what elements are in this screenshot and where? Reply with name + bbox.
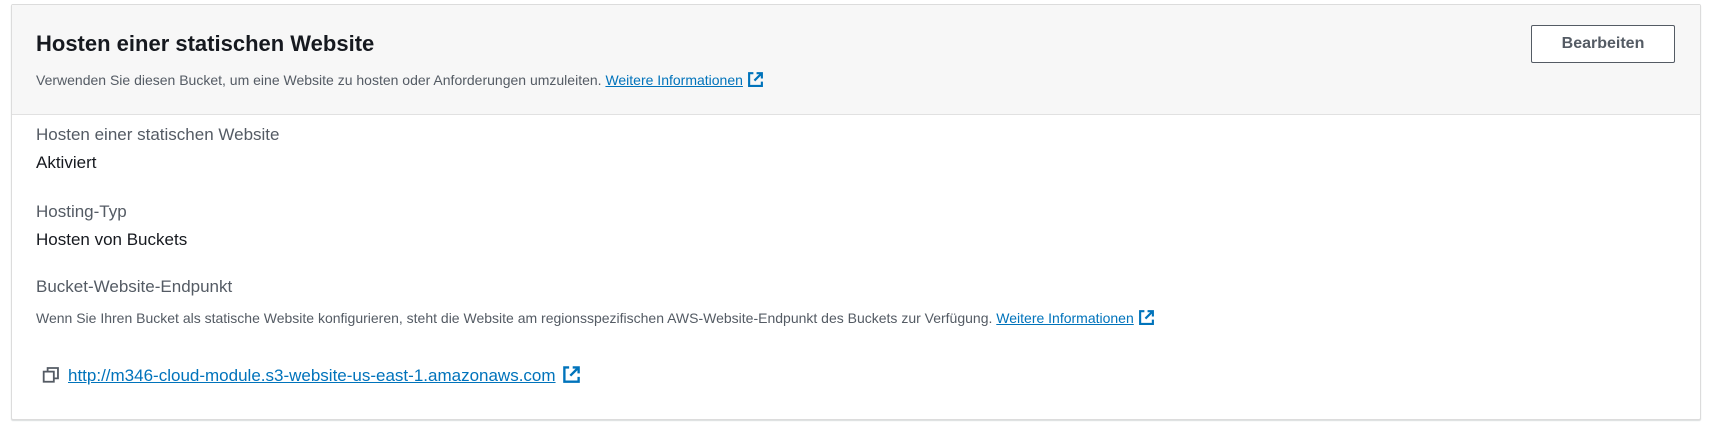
static-website-hosting-panel: Hosten einer statischen Website Verwende… xyxy=(11,4,1701,420)
external-link-icon[interactable] xyxy=(1138,309,1155,329)
hosting-type-label: Hosting-Typ xyxy=(36,202,127,221)
learn-more-label: Weitere Informationen xyxy=(605,72,743,88)
endpoint-description-text: Wenn Sie Ihren Bucket als statische Webs… xyxy=(36,310,993,326)
hosting-type-value: Hosten von Buckets xyxy=(36,230,188,249)
endpoint-url-link[interactable]: http://m346-cloud-module.s3-website-us-e… xyxy=(68,366,556,385)
panel-description-text: Verwenden Sie diesen Bucket, um eine Web… xyxy=(36,72,602,88)
edit-button[interactable]: Bearbeiten xyxy=(1531,25,1675,63)
copy-icon[interactable] xyxy=(42,366,60,389)
endpoint-url-row: http://m346-cloud-module.s3-website-us-e… xyxy=(42,365,581,389)
panel-title: Hosten einer statischen Website xyxy=(36,31,375,56)
endpoint-label: Bucket-Website-Endpunkt xyxy=(36,277,233,296)
learn-more-link[interactable]: Weitere Informationen xyxy=(605,72,742,88)
endpoint-learn-more-label: Weitere Informationen xyxy=(996,310,1134,326)
panel-description: Verwenden Sie diesen Bucket, um eine Web… xyxy=(36,71,764,91)
hosting-value: Aktiviert xyxy=(36,153,97,172)
panel-header: Hosten einer statischen Website Verwende… xyxy=(12,5,1700,115)
hosting-label: Hosten einer statischen Website xyxy=(36,125,280,144)
endpoint-learn-more-link[interactable]: Weitere Informationen xyxy=(996,310,1133,326)
external-link-icon[interactable] xyxy=(747,71,764,91)
endpoint-description: Wenn Sie Ihren Bucket als statische Webs… xyxy=(36,309,1155,329)
external-link-icon[interactable] xyxy=(562,365,581,389)
